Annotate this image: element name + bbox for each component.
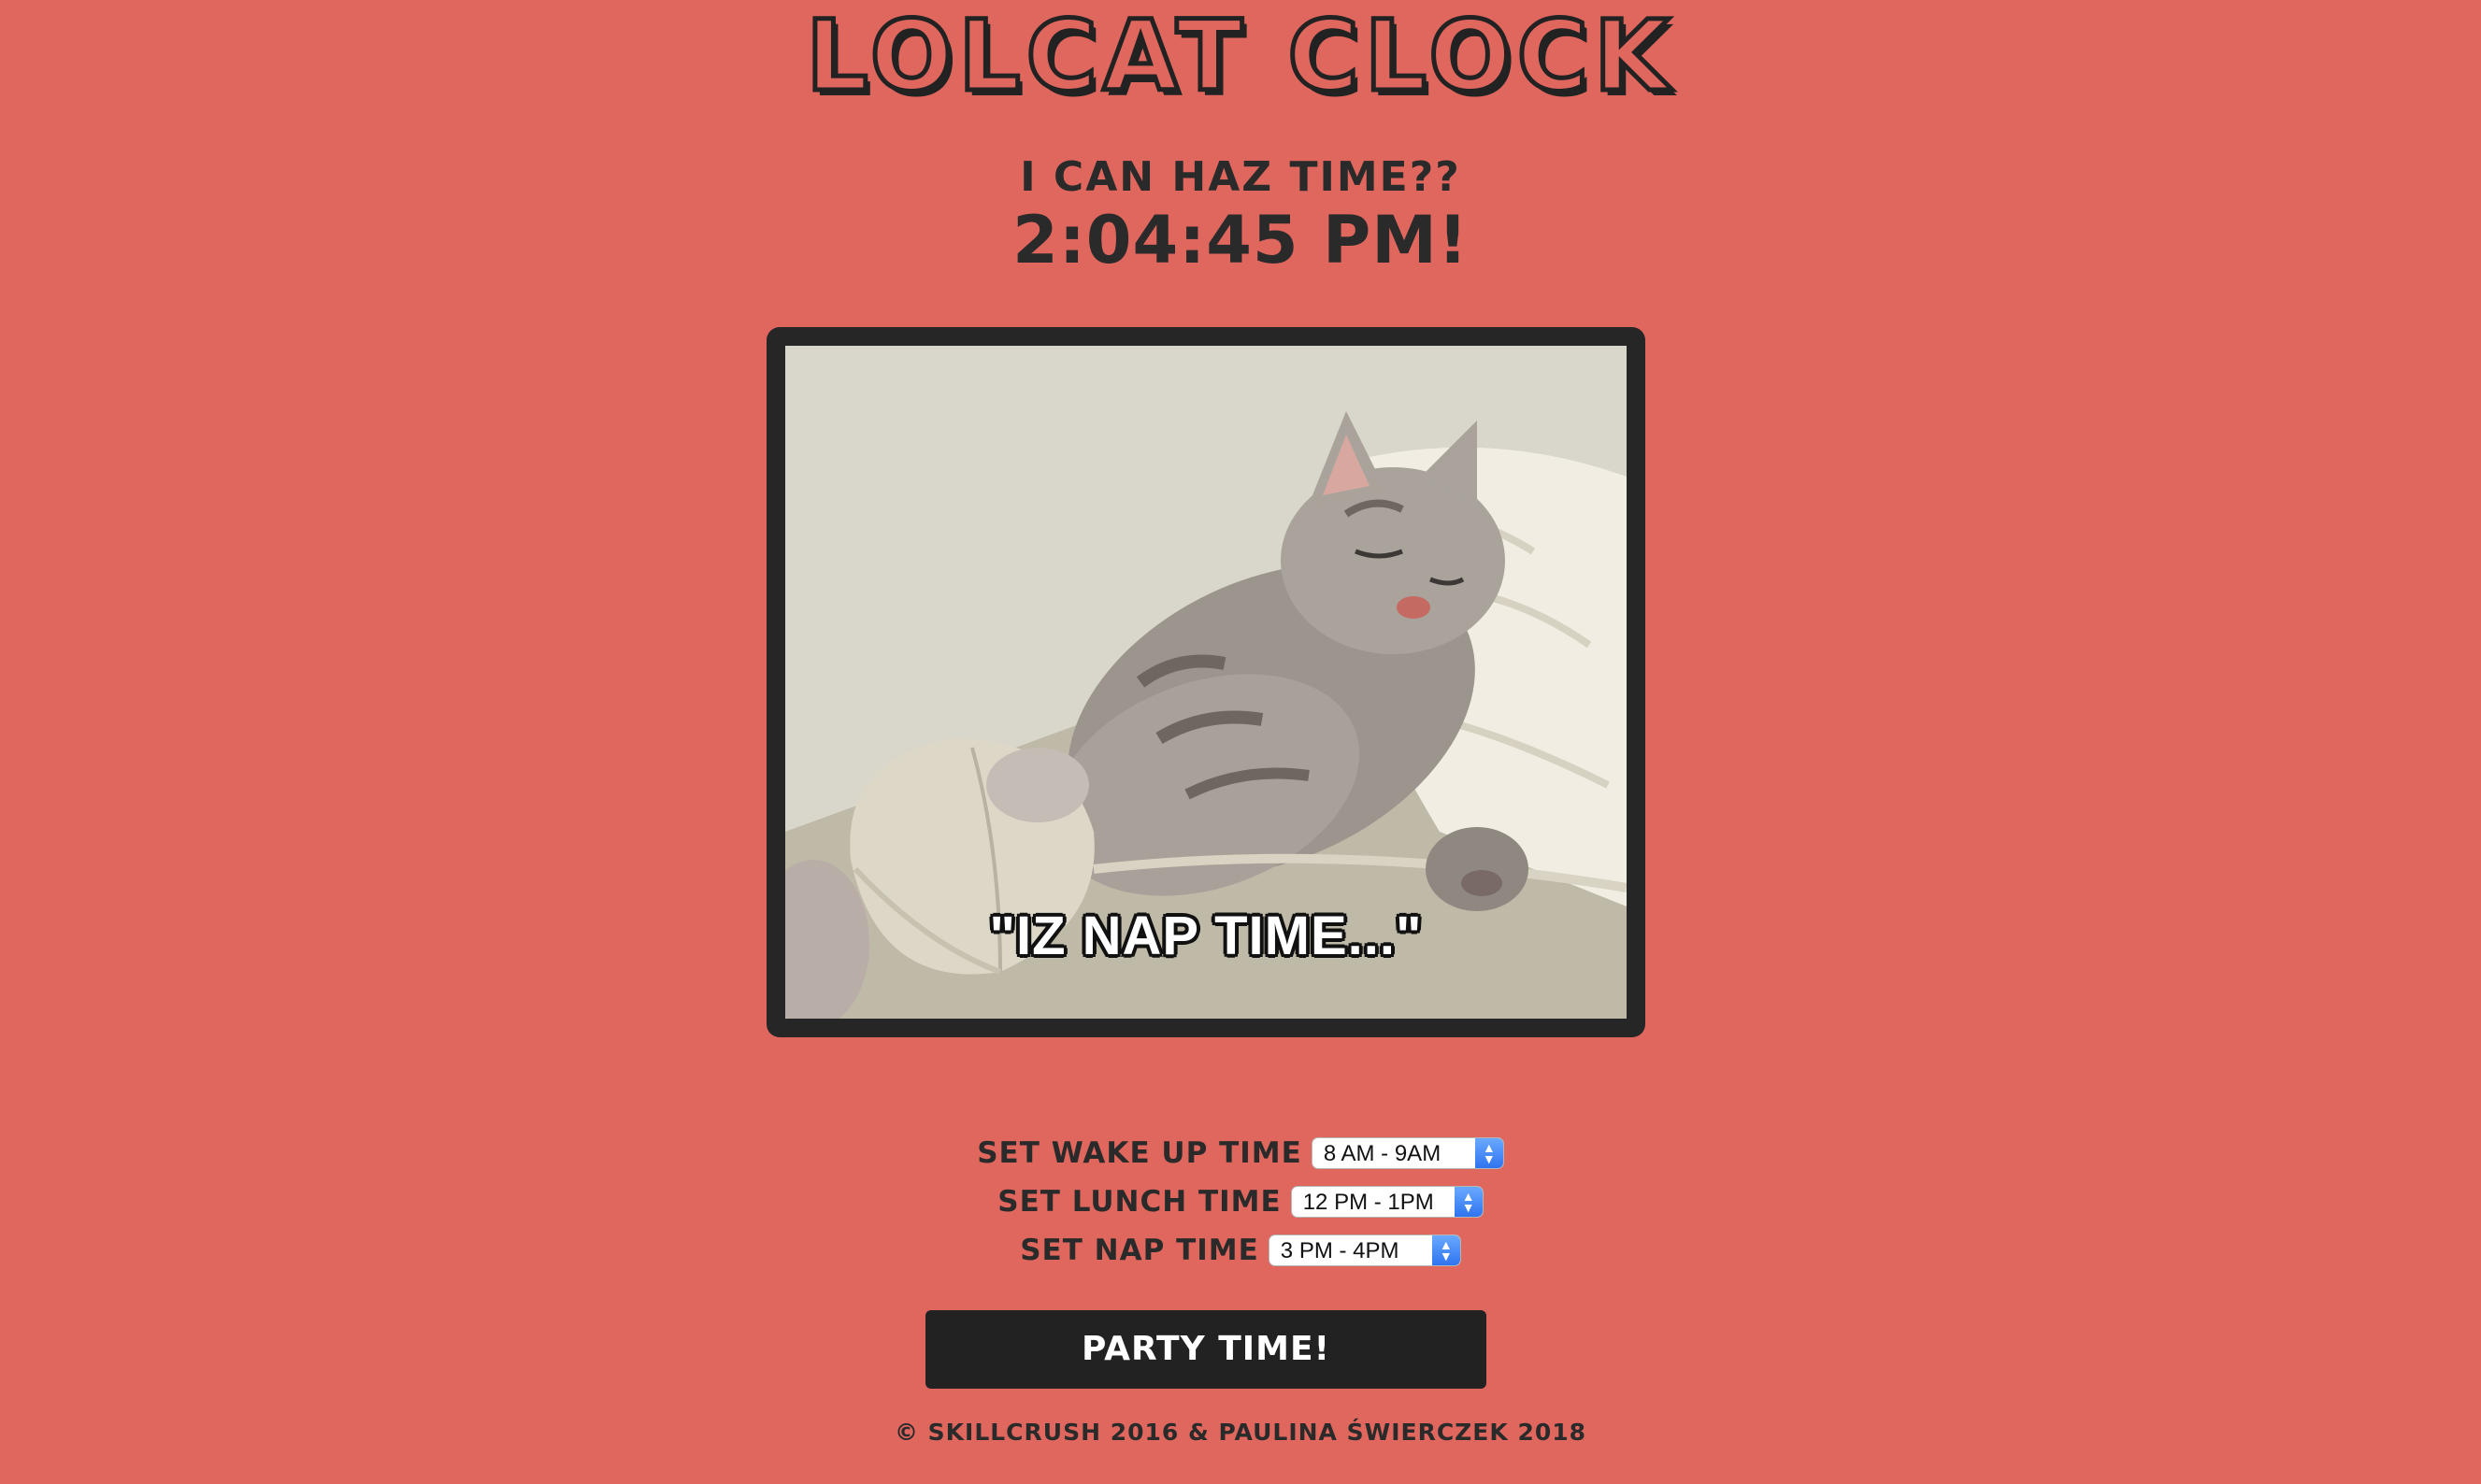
party-time-button[interactable]: PARTY TIME! bbox=[925, 1310, 1486, 1389]
time-settings: SET WAKE UP TIME 8 AM - 9AM ▲ ▼ SET LUNCH… bbox=[0, 1129, 2481, 1275]
image-caption: "IZ NAP TIME..." bbox=[989, 906, 1423, 966]
lolcat-clock-page: LOLCAT CLOCK I CAN HAZ TIME?? 2:04:45 PM… bbox=[0, 0, 2481, 1484]
wake-up-label: SET WAKE UP TIME bbox=[977, 1136, 1302, 1170]
wake-up-value: 8 AM - 9AM bbox=[1323, 1141, 1441, 1166]
lunch-row: SET LUNCH TIME 12 PM - 1PM ▲ ▼ bbox=[0, 1177, 2481, 1226]
nap-select[interactable]: 3 PM - 4PM ▲ ▼ bbox=[1268, 1234, 1461, 1266]
nap-row: SET NAP TIME 3 PM - 4PM ▲ ▼ bbox=[0, 1226, 2481, 1275]
wake-up-select[interactable]: 8 AM - 9AM ▲ ▼ bbox=[1311, 1137, 1504, 1169]
nap-label: SET NAP TIME bbox=[1020, 1234, 1259, 1267]
lunch-select[interactable]: 12 PM - 1PM ▲ ▼ bbox=[1290, 1186, 1484, 1218]
select-arrows-icon: ▲ ▼ bbox=[1454, 1187, 1483, 1217]
footer-copyright: © SKILLCRUSH 2016 & PAULINA ŚWIERCZEK 20… bbox=[894, 1419, 1587, 1446]
lunch-value: 12 PM - 1PM bbox=[1302, 1190, 1434, 1215]
lolcat-image-frame: "IZ NAP TIME..." bbox=[767, 327, 1645, 1037]
lolcat-image: "IZ NAP TIME..." bbox=[785, 346, 1627, 1019]
lunch-label: SET LUNCH TIME bbox=[997, 1185, 1282, 1219]
subtitle: I CAN HAZ TIME?? bbox=[1020, 153, 1461, 201]
nap-value: 3 PM - 4PM bbox=[1280, 1238, 1399, 1263]
select-arrows-icon: ▲ ▼ bbox=[1474, 1138, 1503, 1168]
wake-up-row: SET WAKE UP TIME 8 AM - 9AM ▲ ▼ bbox=[0, 1129, 2481, 1177]
clock-display: 2:04:45 PM! bbox=[1012, 202, 1469, 278]
select-arrows-icon: ▲ ▼ bbox=[1431, 1235, 1460, 1265]
page-title: LOLCAT CLOCK bbox=[804, 0, 1675, 113]
